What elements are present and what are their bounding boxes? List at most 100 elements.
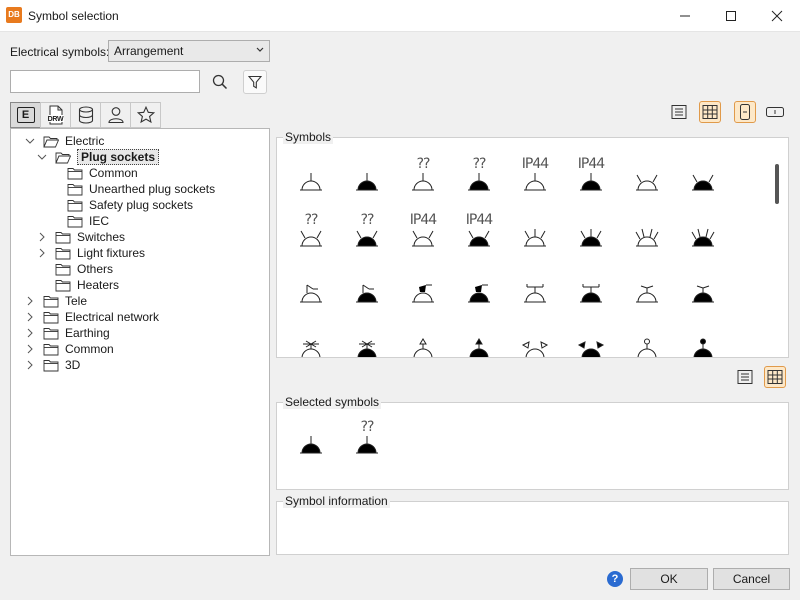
chevron-down-icon[interactable] [25, 136, 35, 146]
filter-icon[interactable] [243, 70, 267, 94]
symbol-item[interactable] [291, 419, 331, 463]
symbol-item[interactable] [571, 212, 611, 256]
symbol-item[interactable] [347, 268, 387, 312]
tree-node-label: 3D [65, 358, 81, 372]
symbol-item[interactable] [515, 212, 555, 256]
symbol-item[interactable] [683, 156, 723, 200]
tree-node[interactable]: Plug sockets [37, 149, 160, 165]
window-title: Symbol selection [28, 9, 119, 23]
symbols-scrollbar[interactable] [775, 164, 779, 204]
chevron-right-icon[interactable] [25, 360, 35, 370]
tree-node[interactable]: Unearthed plug sockets [49, 181, 215, 197]
chevron-right-icon[interactable] [25, 328, 35, 338]
tree-node[interactable]: IEC [49, 213, 109, 229]
tree-node[interactable]: Common [49, 165, 138, 181]
symbol-item[interactable]: IP44 [515, 156, 555, 200]
help-icon[interactable]: ? [607, 571, 623, 587]
app-icon: DB [6, 7, 22, 23]
search-input[interactable] [10, 70, 200, 93]
tab-drw[interactable]: DRW [40, 102, 71, 128]
tree-node[interactable]: Earthing [25, 325, 110, 341]
tree-node[interactable]: Electric [25, 133, 104, 149]
folder-open-icon [55, 152, 71, 163]
tab-favorites[interactable] [130, 102, 161, 128]
symbol-item[interactable] [683, 212, 723, 256]
tree-node[interactable]: 3D [25, 357, 80, 373]
close-icon[interactable] [754, 0, 800, 32]
tree-node-label: Electrical network [65, 310, 160, 324]
symbols-list-view-button[interactable] [668, 101, 690, 123]
symbol-item[interactable] [571, 324, 611, 357]
selected-grid-view-button[interactable] [764, 366, 786, 388]
symbol-item[interactable] [459, 324, 499, 357]
symbol-item[interactable] [627, 324, 667, 357]
symbol-item[interactable] [403, 268, 443, 312]
tab-user[interactable] [100, 102, 131, 128]
symbol-item[interactable]: ?? [291, 212, 331, 256]
symbol-item[interactable]: IP44 [571, 156, 611, 200]
symbol-item[interactable] [683, 324, 723, 357]
tree-node[interactable]: Tele [25, 293, 87, 309]
source-tabs: E DRW [10, 102, 161, 128]
folder-icon [67, 183, 83, 195]
tree-node-label: Switches [77, 230, 126, 244]
symbol-item[interactable] [683, 268, 723, 312]
symbol-item[interactable]: IP44 [403, 212, 443, 256]
symbol-item[interactable]: ?? [347, 212, 387, 256]
symbol-item[interactable] [403, 324, 443, 357]
electrical-symbols-dropdown[interactable]: Arrangement [108, 40, 270, 62]
maximize-icon[interactable] [708, 0, 754, 32]
chevron-right-icon[interactable] [25, 344, 35, 354]
symbol-item[interactable] [571, 268, 611, 312]
symbol-item[interactable] [515, 268, 555, 312]
tree-node-label: Plug sockets [77, 149, 160, 165]
tree-node[interactable]: Safety plug sockets [49, 197, 193, 213]
drw-tab-label: DRW [47, 116, 64, 123]
tree-node[interactable]: Common [25, 341, 114, 357]
symbol-item[interactable] [459, 268, 499, 312]
tab-electric[interactable]: E [10, 102, 41, 128]
symbol-item[interactable] [627, 268, 667, 312]
chevron-right-icon[interactable] [25, 312, 35, 322]
tree-node[interactable]: Switches [37, 229, 125, 245]
symbols-grid-view-button[interactable] [699, 101, 721, 123]
tree-node-label: Light fixtures [77, 246, 146, 260]
symbol-item[interactable] [627, 156, 667, 200]
symbol-item[interactable]: ?? [459, 156, 499, 200]
list-view-icon [737, 370, 753, 384]
symbol-item[interactable] [291, 268, 331, 312]
horizontal-layout-button[interactable] [764, 101, 786, 123]
minimize-icon[interactable] [662, 0, 708, 32]
symbol-item[interactable]: IP44 [459, 212, 499, 256]
chevron-right-icon[interactable] [37, 232, 47, 242]
symbol-item[interactable] [627, 212, 667, 256]
tree-node[interactable]: Heaters [37, 277, 119, 293]
symbol-item[interactable] [347, 324, 387, 357]
tab-database[interactable] [70, 102, 101, 128]
chevron-right-icon[interactable] [25, 296, 35, 306]
folder-icon [43, 343, 59, 355]
tree-node[interactable]: Electrical network [25, 309, 159, 325]
folder-icon [67, 199, 83, 211]
symbol-item[interactable]: ?? [347, 419, 387, 463]
symbol-item[interactable] [515, 324, 555, 357]
dropdown-selected-value: Arrangement [114, 44, 184, 58]
selected-list-view-button[interactable] [734, 366, 756, 388]
folder-icon [55, 231, 71, 243]
chevron-right-icon[interactable] [37, 248, 47, 258]
symbol-item[interactable] [291, 324, 331, 357]
symbol-item[interactable]: ?? [403, 156, 443, 200]
vertical-layout-button[interactable] [734, 101, 756, 123]
tree-node[interactable]: Others [37, 261, 113, 277]
chevron-down-icon[interactable] [37, 152, 47, 162]
category-tree: Electric Plug sockets Common Unearthed plug… [10, 128, 270, 556]
symbol-item[interactable] [347, 156, 387, 200]
ok-button[interactable]: OK [630, 568, 708, 590]
folder-icon [67, 215, 83, 227]
electric-e-icon: E [16, 107, 35, 123]
tree-node[interactable]: Light fixtures [37, 245, 145, 261]
cancel-button[interactable]: Cancel [713, 568, 790, 590]
title-bar: DB Symbol selection [0, 0, 800, 32]
search-icon[interactable] [208, 70, 232, 94]
symbol-item[interactable] [291, 156, 331, 200]
